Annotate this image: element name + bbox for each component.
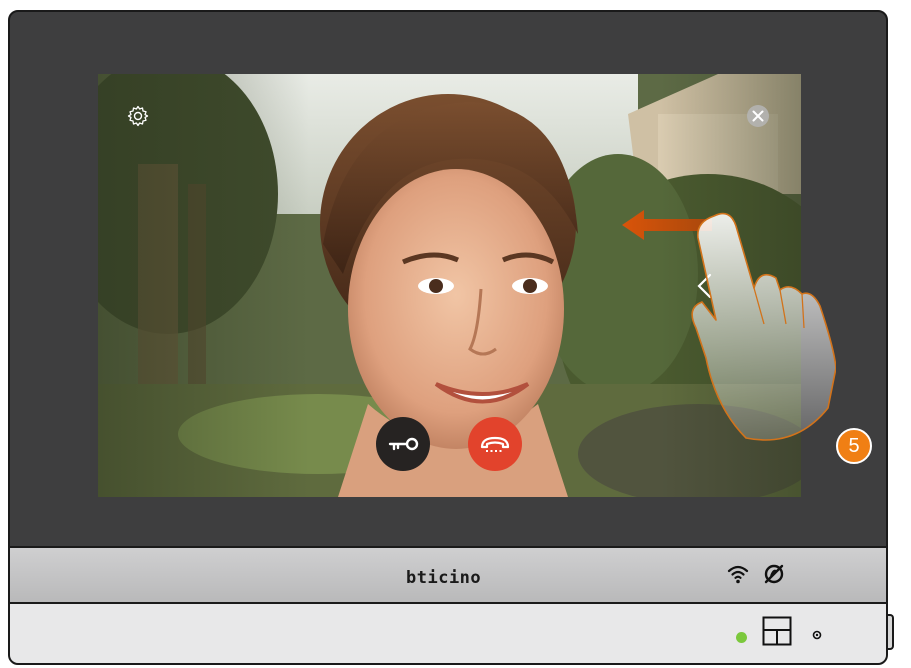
door-unlock-button[interactable] <box>376 417 430 471</box>
settings-button[interactable] <box>126 104 150 128</box>
device-base <box>10 604 886 663</box>
status-led <box>736 632 747 643</box>
hang-up-icon <box>480 436 510 452</box>
control-strip: bticino <box>10 546 886 604</box>
gear-icon <box>127 105 149 127</box>
close-button[interactable] <box>746 104 770 128</box>
wifi-icon <box>727 565 749 584</box>
microphone-icon <box>812 630 822 640</box>
step-number-badge: 5 <box>836 428 872 464</box>
key-icon <box>388 437 419 451</box>
home-button-icon[interactable] <box>762 616 792 646</box>
pointing-hand-icon <box>691 212 836 441</box>
close-icon <box>747 105 769 127</box>
end-call-button[interactable] <box>468 417 522 471</box>
do-not-disturb-icon <box>764 564 784 584</box>
brand-logo: bticino <box>406 568 482 588</box>
video-intercom-device: 5 bticino <box>8 10 888 665</box>
